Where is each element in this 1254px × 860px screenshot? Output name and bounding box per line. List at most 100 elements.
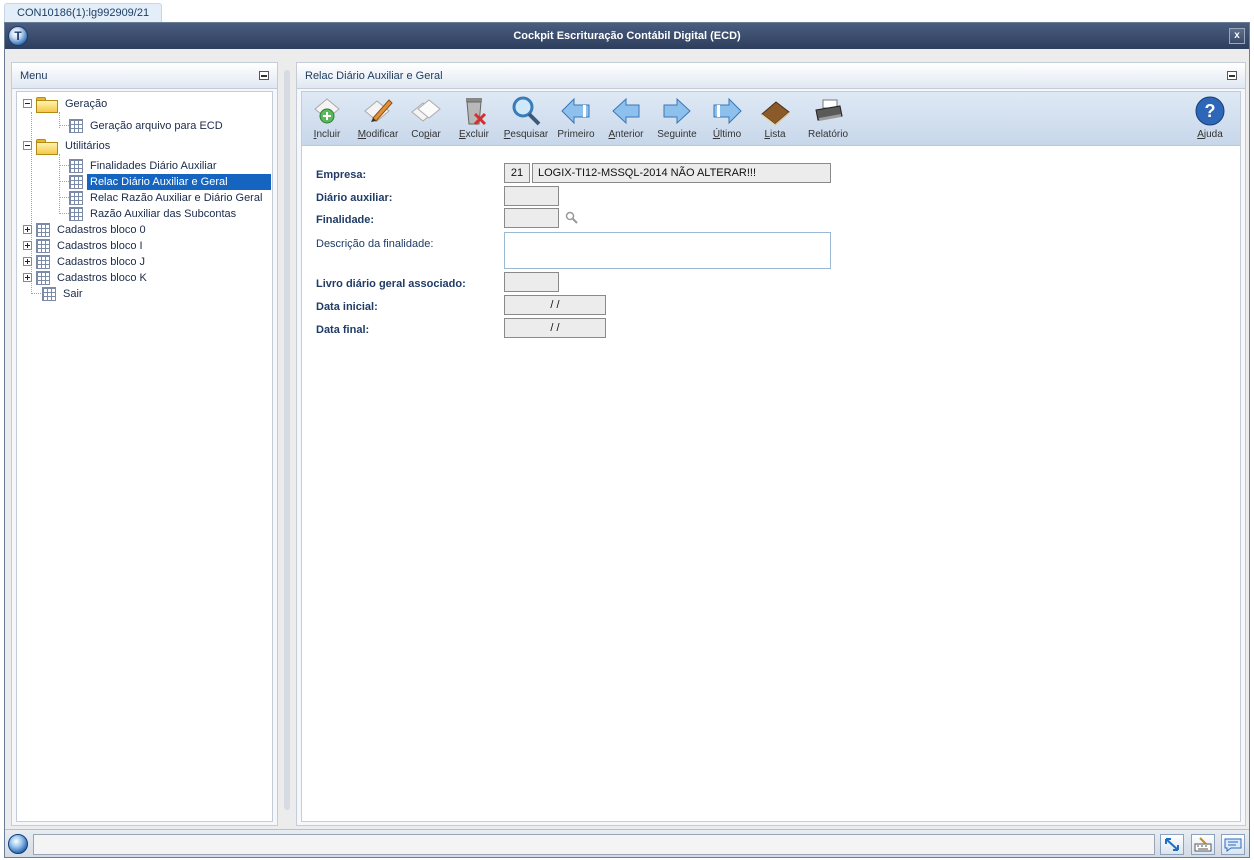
tree-connector (59, 181, 69, 182)
tree-item-relac-diario[interactable]: Relac Diário Auxiliar e Geral (69, 174, 271, 190)
toolbar-label: Excluir (458, 129, 489, 140)
tree-item-label: Cadastros bloco I (57, 240, 143, 252)
menu-panel: Menu Geração Geração arquivo para ECD Ut… (11, 62, 278, 826)
tree-item-finalidades[interactable]: Finalidades Diário Auxiliar (69, 158, 220, 174)
first-icon (561, 97, 590, 125)
main-panel: Relac Diário Auxiliar e Geral Incluir Mo… (296, 62, 1246, 826)
expand-icon[interactable] (23, 225, 32, 234)
primeiro-button[interactable]: Primeiro (554, 94, 598, 144)
tree-item-relac-razao[interactable]: Relac Razão Auxiliar e Diário Geral (69, 190, 265, 206)
program-icon (69, 175, 83, 189)
finalidade-label: Finalidade: (316, 214, 375, 226)
copiar-button[interactable]: Copiar (406, 94, 446, 144)
messages-button[interactable] (1221, 834, 1245, 855)
window-title: Cockpit Escrituração Contábil Digital (E… (513, 30, 741, 42)
resize-icon (1165, 838, 1179, 851)
program-group-icon (36, 223, 50, 237)
tree-connector (59, 197, 69, 198)
keyboard-settings-button[interactable] (1191, 834, 1215, 855)
tree-item-geracao[interactable]: Geração (23, 96, 110, 113)
data-inicial-field[interactable]: / / (504, 295, 606, 315)
tree-item-bloco-k[interactable]: Cadastros bloco K (23, 270, 150, 286)
next-icon (663, 97, 691, 125)
data-final-label: Data final: (316, 324, 370, 336)
tree-item-label: Relac Razão Auxiliar e Diário Geral (90, 192, 263, 204)
tree-item-label: Utilitários (65, 140, 111, 152)
chat-icon (1224, 838, 1242, 852)
main-minimize-button[interactable] (1227, 71, 1237, 80)
tree-item-geracao-arquivo[interactable]: Geração arquivo para ECD (69, 118, 226, 134)
tree-connector (59, 125, 69, 126)
diario-auxiliar-label: Diário auxiliar: (316, 192, 393, 204)
ultimo-button[interactable]: Último (705, 94, 749, 144)
tree-item-label: Geração (65, 98, 108, 110)
toolbar: Incluir Modificar Copiar Excluir Pesquis… (302, 92, 1240, 146)
tree-connector (59, 165, 69, 166)
toolbar-label: Pesquisar (503, 129, 549, 140)
program-icon (69, 207, 83, 221)
tree-connector (59, 154, 60, 212)
expand-icon[interactable] (23, 241, 32, 250)
pesquisar-button[interactable]: Pesquisar (502, 94, 550, 144)
report-icon (815, 99, 843, 121)
toolbar-label: Seguinte (657, 129, 697, 140)
expand-icon[interactable] (23, 257, 32, 266)
expand-icon[interactable] (23, 273, 32, 282)
close-button[interactable]: x (1229, 28, 1245, 44)
tree-connector (31, 293, 41, 294)
edit-icon (364, 99, 393, 122)
keyboard-icon (1194, 837, 1212, 852)
app-window: T Cockpit Escrituração Contábil Digital … (4, 22, 1250, 858)
empresa-name-field: LOGIX-TI12-MSSQL-2014 NÃO ALTERAR!!! (532, 163, 831, 183)
list-icon (761, 101, 790, 126)
seguinte-button[interactable]: Seguinte (654, 94, 700, 144)
incluir-button[interactable]: Incluir (306, 94, 348, 144)
excluir-button[interactable]: Excluir (454, 94, 494, 144)
modificar-button[interactable]: Modificar (352, 94, 404, 144)
toolbar-label: Copiar (411, 129, 441, 140)
tree-item-label: Sair (63, 288, 83, 300)
tree-item-utilitarios[interactable]: Utilitários (23, 138, 113, 155)
livro-diario-field[interactable] (504, 272, 559, 292)
toolbar-label: Modificar (357, 129, 399, 140)
globe-icon[interactable] (8, 834, 28, 854)
tree-item-sair[interactable]: Sair (42, 286, 86, 302)
tree-item-bloco-j[interactable]: Cadastros bloco J (23, 254, 148, 270)
session-tab[interactable]: CON10186(1):lg992909/21 (4, 3, 163, 23)
data-final-field[interactable]: / / (504, 318, 606, 338)
toolbar-label: Lista (764, 129, 786, 140)
relatorio-button[interactable]: Relatório (803, 94, 853, 144)
program-icon (69, 191, 83, 205)
lookup-icon[interactable] (565, 211, 579, 225)
folder-open-icon (36, 97, 58, 113)
finalidade-field[interactable] (504, 208, 559, 228)
collapse-icon[interactable] (23, 99, 32, 108)
toolbar-label: Ajuda (1197, 129, 1223, 140)
anterior-button[interactable]: Anterior (604, 94, 648, 144)
tree-item-label: Relac Diário Auxiliar e Geral (87, 174, 271, 190)
menu-panel-header: Menu (12, 63, 277, 89)
tree-item-bloco-0[interactable]: Cadastros bloco 0 (23, 222, 149, 238)
tree-item-label: Finalidades Diário Auxiliar (90, 160, 217, 172)
menu-minimize-button[interactable] (259, 71, 269, 80)
add-icon (314, 98, 340, 124)
collapse-icon[interactable] (23, 141, 32, 150)
previous-icon (612, 97, 640, 125)
toolbar-label: Anterior (608, 129, 644, 140)
program-group-icon (36, 255, 50, 269)
resize-button[interactable] (1160, 834, 1184, 855)
svg-text:?: ? (1205, 101, 1216, 121)
status-message-field (33, 834, 1155, 855)
descricao-finalidade-field[interactable] (504, 232, 831, 269)
empresa-code-field[interactable]: 21 (504, 163, 530, 183)
tree-connector (59, 213, 69, 214)
tree-item-bloco-i[interactable]: Cadastros bloco I (23, 238, 146, 254)
tree-item-razao-subcontas[interactable]: Razão Auxiliar das Subcontas (69, 206, 239, 222)
panel-splitter[interactable] (284, 70, 290, 810)
program-group-icon (36, 271, 50, 285)
content-area: Incluir Modificar Copiar Excluir Pesquis… (301, 91, 1241, 822)
ajuda-button[interactable]: ? Ajuda (1190, 94, 1230, 144)
lista-button[interactable]: Lista (755, 94, 795, 144)
diario-auxiliar-field[interactable] (504, 186, 559, 206)
search-icon (512, 96, 541, 126)
